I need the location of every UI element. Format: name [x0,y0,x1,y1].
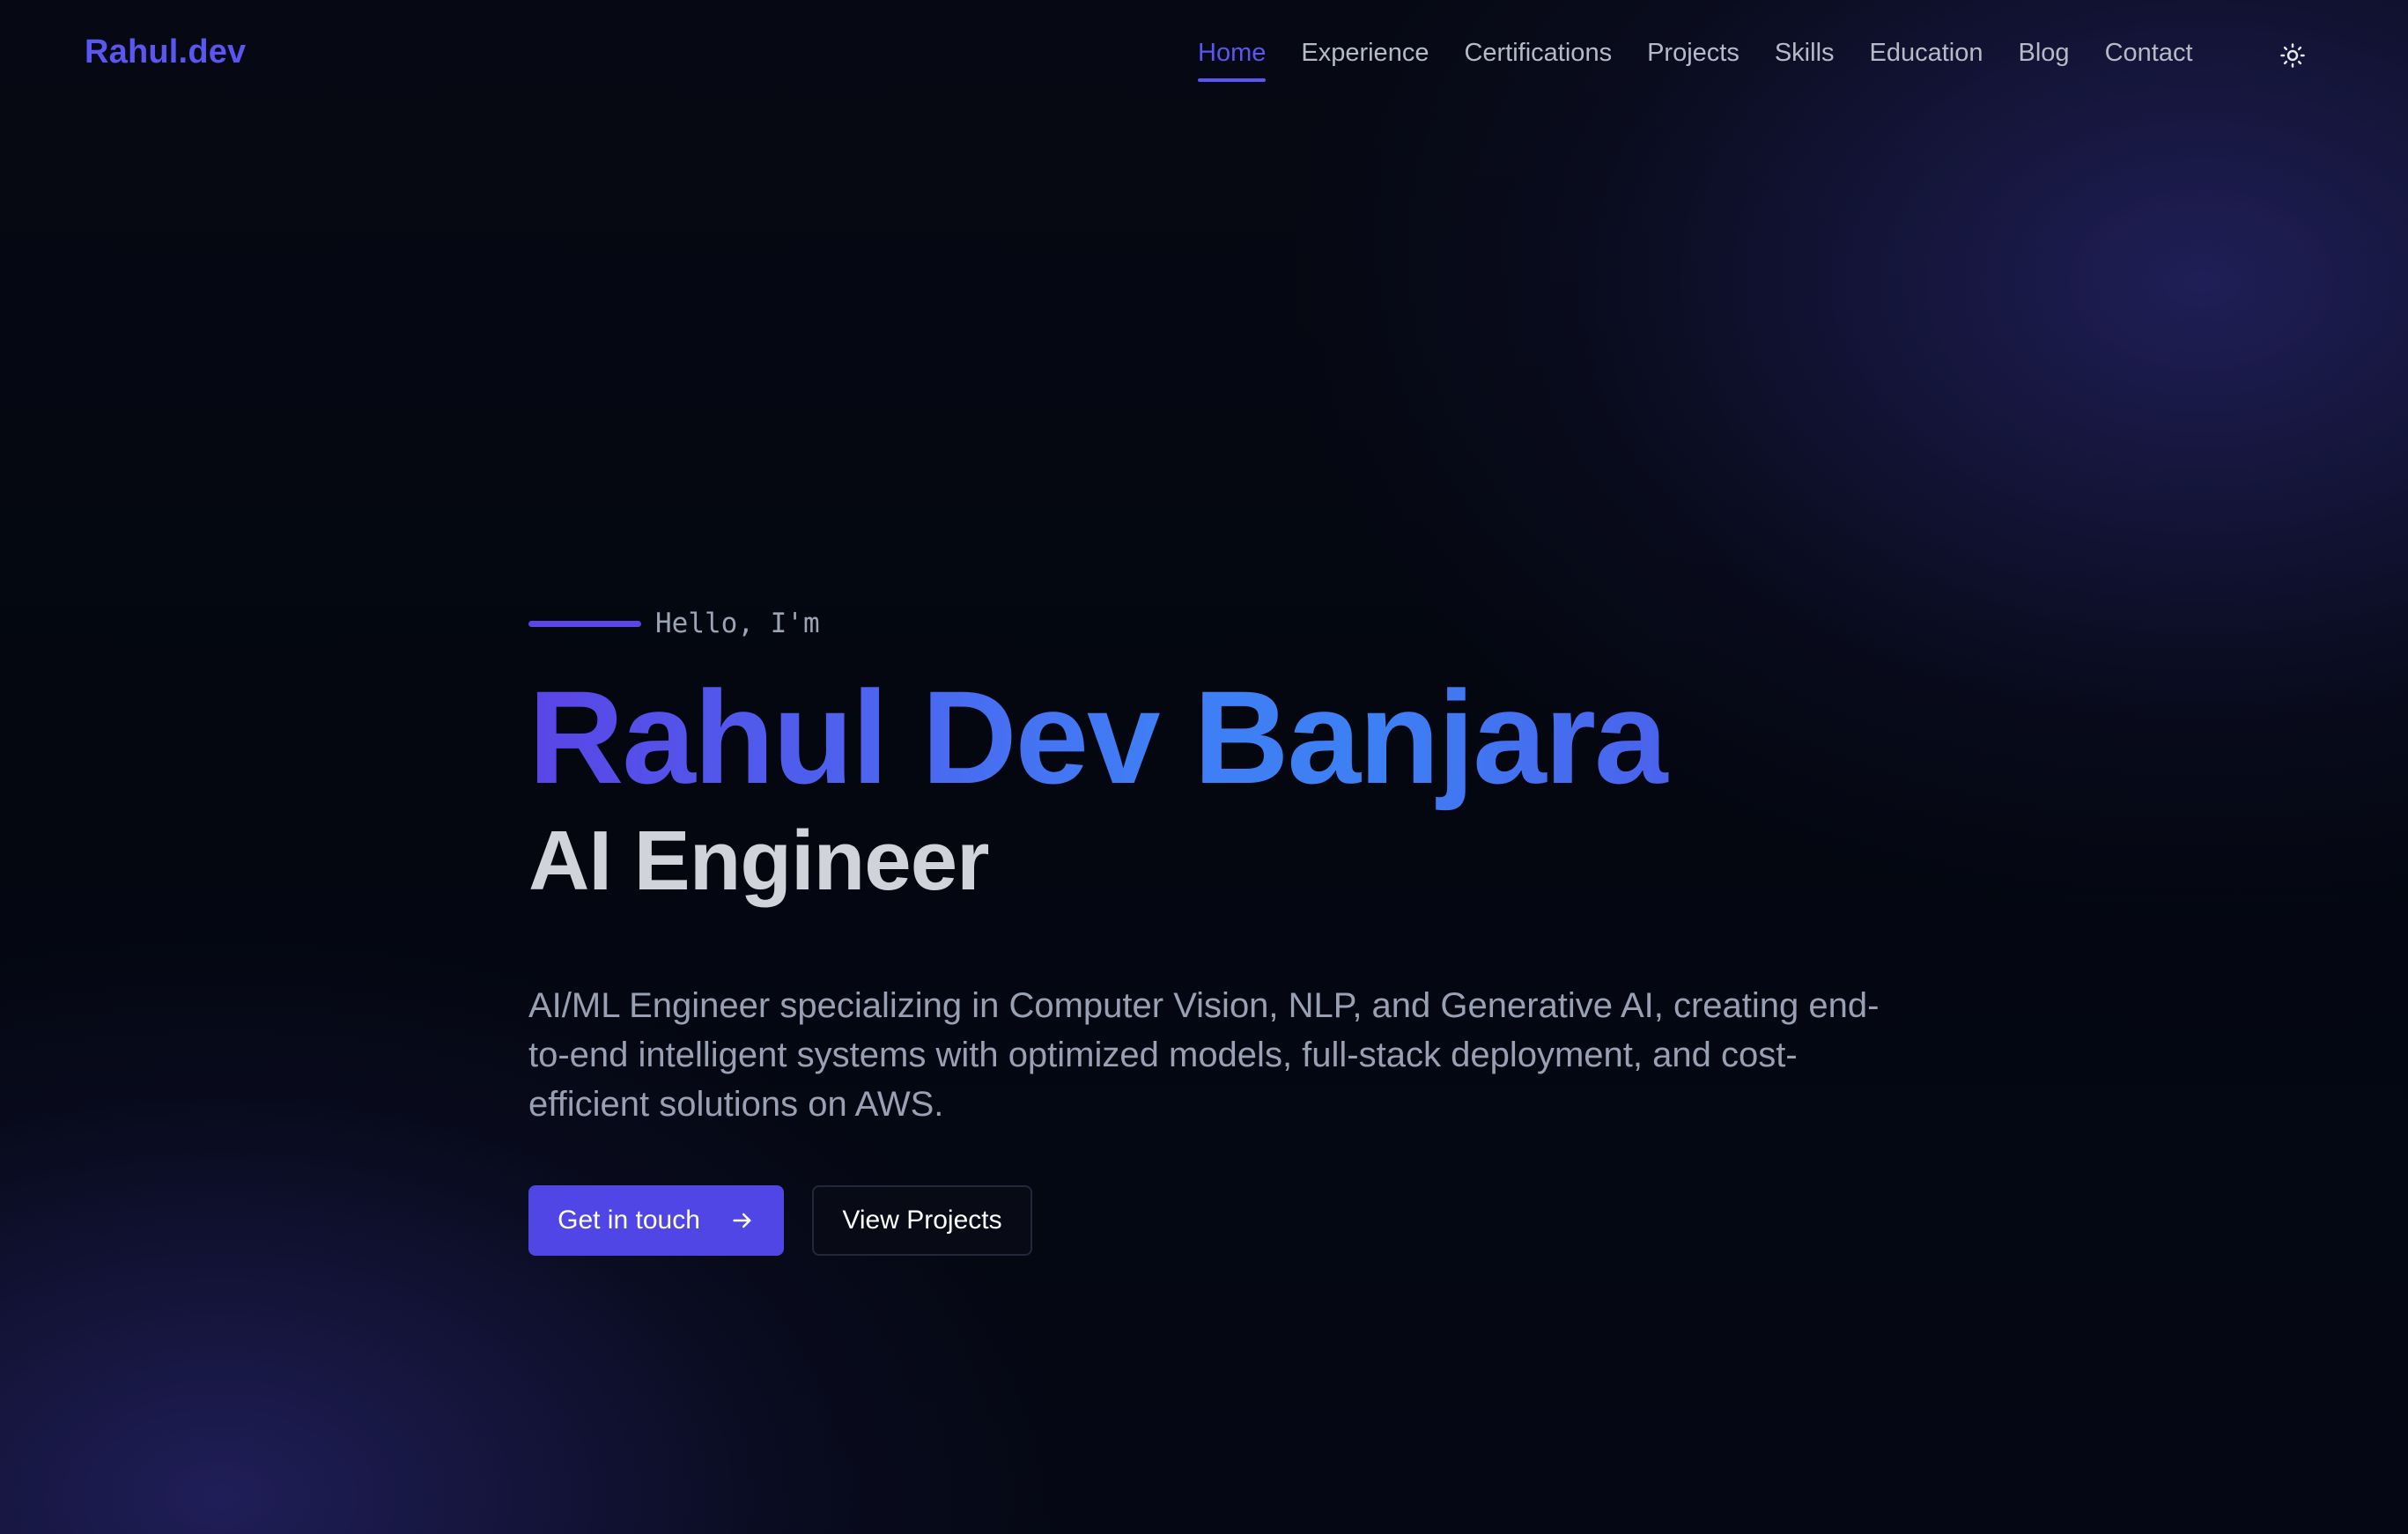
nav-link-projects[interactable]: Projects [1647,39,1740,68]
nav-link-experience[interactable]: Experience [1301,39,1429,68]
greeting-accent-line [528,620,641,627]
hero-description: AI/ML Engineer specializing in Computer … [528,985,1880,1124]
view-projects-button[interactable]: View Projects [812,1184,1032,1256]
nav-link-certifications[interactable]: Certifications [1464,39,1612,68]
get-in-touch-button[interactable]: Get in touch [528,1184,784,1256]
hero-name: Rahul Dev Banjara [528,662,1938,812]
site-logo[interactable]: Rahul.dev [85,33,246,71]
sun-icon [2280,43,2305,68]
nav-link-education[interactable]: Education [1870,39,1983,68]
arrow-right-icon [733,1213,751,1228]
hero-section: Hello, I'm Rahul Dev Banjara AI Engineer… [528,599,1938,1256]
nav-menu: Home Experience Certifications Projects … [1198,39,2193,82]
nav-link-home[interactable]: Home [1198,39,1267,82]
greeting-text: Hello, I'm [655,608,820,639]
theme-toggle-button[interactable] [2276,39,2309,72]
get-in-touch-label: Get in touch [558,1205,700,1235]
nav-link-blog[interactable]: Blog [2019,39,2070,68]
greeting-row: Hello, I'm [528,599,1938,648]
nav-link-contact[interactable]: Contact [2105,39,2193,68]
nav-link-skills[interactable]: Skills [1775,39,1835,68]
cta-row: Get in touch View Projects [528,1184,1938,1256]
hero-role: AI Engineer [528,814,989,908]
navbar: Rahul.dev Home Experience Certifications… [0,0,2408,111]
